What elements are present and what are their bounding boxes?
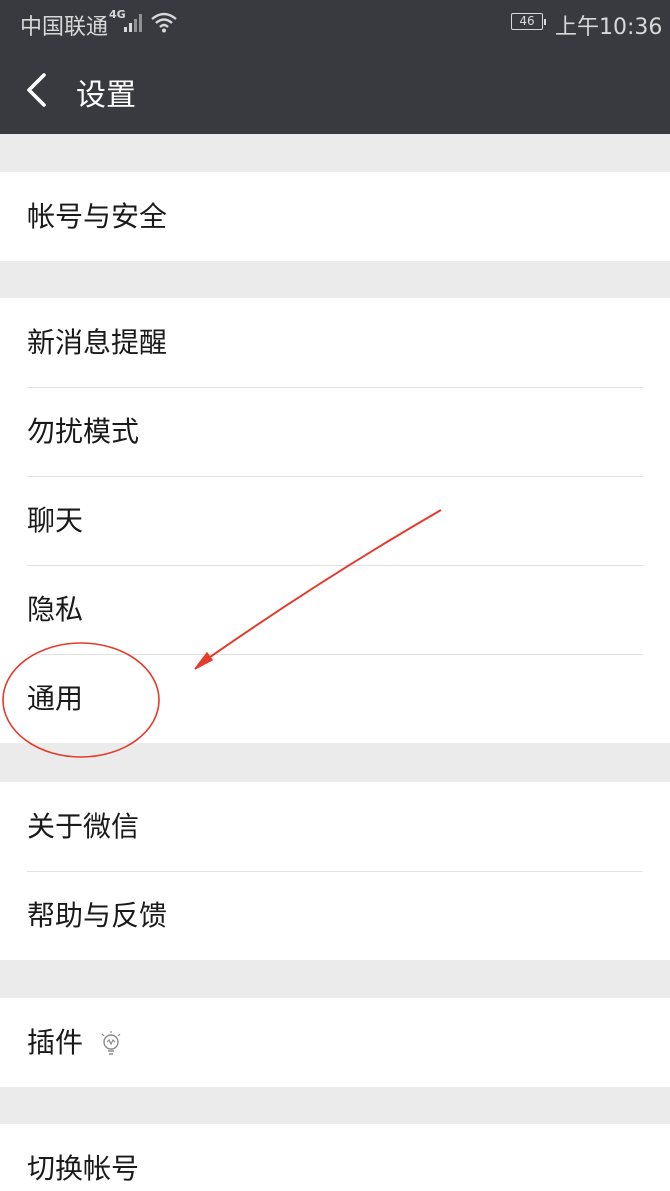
settings-group-plugins: 插件 <box>0 998 670 1087</box>
battery-indicator: 46 <box>511 13 546 30</box>
settings-item-label: 隐私 <box>27 593 84 626</box>
lightbulb-icon <box>101 1031 121 1055</box>
settings-item-chat[interactable]: 聊天 <box>0 476 670 565</box>
settings-item-plugins[interactable]: 插件 <box>0 998 670 1087</box>
settings-item-switch-account[interactable]: 切换帐号 <box>0 1124 670 1191</box>
settings-item-label: 勿扰模式 <box>27 415 140 448</box>
settings-item-account-security[interactable]: 帐号与安全 <box>0 172 670 261</box>
settings-group-account: 帐号与安全 <box>0 172 670 261</box>
settings-item-label: 关于微信 <box>27 810 140 843</box>
navigation-bar: 设置 <box>0 46 670 134</box>
settings-item-general[interactable]: 通用 <box>0 654 670 743</box>
settings-group-main: 新消息提醒 勿扰模式 聊天 隐私 通用 <box>0 298 670 743</box>
wifi-icon <box>151 12 177 33</box>
carrier-name: 中国联通 <box>20 15 109 40</box>
settings-item-label: 聊天 <box>27 504 84 537</box>
settings-item-notifications[interactable]: 新消息提醒 <box>0 298 670 387</box>
settings-item-label: 帐号与安全 <box>27 200 168 233</box>
settings-item-help-feedback[interactable]: 帮助与反馈 <box>0 871 670 960</box>
settings-item-label: 插件 <box>27 1026 84 1059</box>
settings-item-label: 切换帐号 <box>27 1152 140 1185</box>
settings-item-privacy[interactable]: 隐私 <box>0 565 670 654</box>
clock: 上午10:36 <box>555 15 663 40</box>
settings-item-label: 帮助与反馈 <box>27 899 168 932</box>
chevron-left-icon[interactable] <box>22 72 52 108</box>
settings-item-label: 新消息提醒 <box>27 326 168 359</box>
signal-icon <box>124 12 146 32</box>
settings-item-about-wechat[interactable]: 关于微信 <box>0 782 670 871</box>
settings-group-about: 关于微信 帮助与反馈 <box>0 782 670 960</box>
settings-item-label: 通用 <box>27 682 84 715</box>
status-bar: 中国联通 4G 46 上午10:36 <box>0 0 670 46</box>
settings-item-do-not-disturb[interactable]: 勿扰模式 <box>0 387 670 476</box>
page-title: 设置 <box>76 78 136 113</box>
settings-group-switch-account: 切换帐号 <box>0 1124 670 1191</box>
